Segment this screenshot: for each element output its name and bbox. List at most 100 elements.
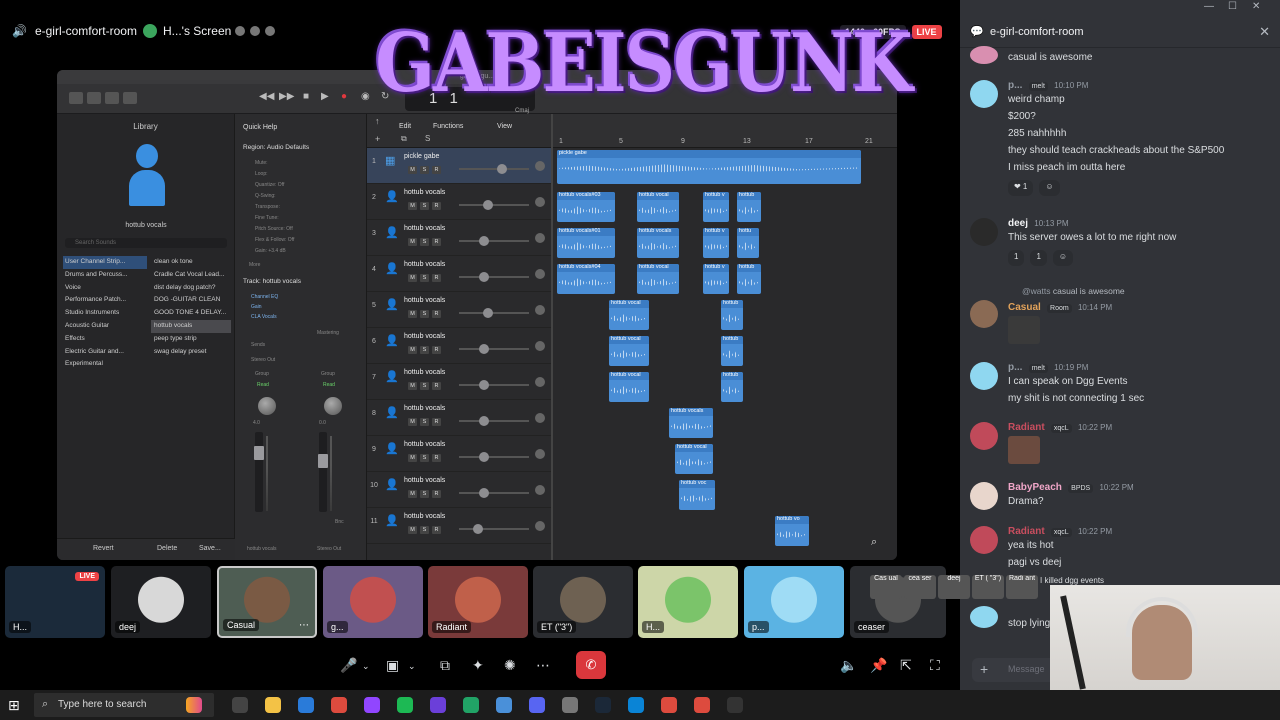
solo-button[interactable]: S [420,346,429,354]
audio-region[interactable]: hottub vocal [609,372,649,402]
pan-knob[interactable] [324,397,342,415]
popout-icon[interactable]: ⇱ [900,657,912,674]
track-row[interactable]: 10 👤 hottub vocals MSR [367,472,551,508]
participant-tile[interactable]: LIVE H... [5,566,105,638]
pan-knob[interactable] [535,161,545,171]
solo-button[interactable]: S [420,238,429,246]
user-avatar[interactable] [970,218,998,246]
mute-button[interactable]: M [408,238,417,246]
revert-button[interactable]: Revert [93,545,114,552]
audio-region[interactable]: hottub [721,300,743,330]
volume-slider[interactable] [459,240,529,242]
participant-tile[interactable]: H... [638,566,738,638]
chrome-icon[interactable] [661,697,677,713]
message-author[interactable]: p... [1008,80,1022,91]
volume-thumb[interactable] [483,200,493,210]
track-section-label[interactable]: Track: hottub vocals [243,278,301,285]
plugin-slot[interactable]: Channel EQ [251,294,278,300]
audio-region[interactable]: hottub v [703,228,729,258]
participant-tile[interactable]: g... [323,566,423,638]
mute-button[interactable]: M [408,274,417,282]
pan-knob[interactable] [535,377,545,387]
quick-help-label[interactable]: Quick Help [243,124,277,131]
add-reaction-icon[interactable]: ☺ [1039,180,1060,196]
user-avatar[interactable] [970,482,998,510]
solo-button[interactable]: S [420,166,429,174]
volume-slider[interactable] [459,348,529,350]
minimize-button[interactable]: — [1204,1,1214,12]
message-author[interactable]: Casual [1008,302,1041,313]
audio-region[interactable]: hottub [737,264,761,294]
voice-channel-title[interactable]: 🔊 e-girl-comfort-room [12,24,137,38]
user-avatar[interactable] [970,606,998,628]
message-author[interactable]: Radiant [1008,422,1045,433]
volume-slider[interactable] [459,492,529,494]
pan-knob[interactable] [535,413,545,423]
obs-icon[interactable] [430,697,446,713]
record-enable-button[interactable]: R [432,202,441,210]
message-author[interactable]: deej [1008,218,1028,229]
volume-thumb[interactable] [497,164,507,174]
user-avatar[interactable] [970,362,998,390]
spotify-icon[interactable] [397,697,413,713]
track-row[interactable]: 7 👤 hottub vocals MSR [367,364,551,400]
library-item[interactable]: DOG -GUITAR CLEAN [151,294,231,307]
screen-share-icon[interactable]: ⧉ [440,657,450,674]
volume-thumb[interactable] [479,488,489,498]
track-row[interactable]: 3 👤 hottub vocals MSR [367,220,551,256]
capture-record-icon[interactable]: ◉ [361,91,370,102]
solo-button[interactable]: S [420,526,429,534]
duplicate-track-icon[interactable]: ⧉ [401,134,407,144]
bounce-button[interactable]: Bnc [335,519,344,525]
track-row[interactable]: 2 👤 hottub vocals MSR [367,184,551,220]
pan-knob[interactable] [535,521,545,531]
volume-thumb[interactable] [479,380,489,390]
audio-region[interactable]: hottub vocals#04 [557,264,615,294]
volume-slider[interactable] [459,384,529,386]
twitch-icon[interactable] [364,697,380,713]
save-button[interactable]: Save... [199,545,221,552]
library-category[interactable]: Voice [63,282,147,295]
message-image[interactable] [1008,436,1040,464]
inspector-toggle-icon[interactable] [87,92,101,104]
message-author[interactable]: Radiant [1008,526,1045,537]
region-section-label[interactable]: Region: Audio Defaults [243,144,309,151]
edit-menu[interactable]: Edit [399,123,411,130]
audio-region[interactable]: hottub vocal [609,336,649,366]
chrome-icon[interactable] [331,697,347,713]
library-category[interactable]: Electric Guitar and... [63,346,147,359]
message-author[interactable]: p... [1008,362,1022,373]
sheets-icon[interactable] [463,697,479,713]
automation-mode[interactable]: Read [257,382,269,388]
solo-button[interactable]: S [420,382,429,390]
track-row[interactable]: 6 👤 hottub vocals MSR [367,328,551,364]
solo-button[interactable]: S [420,310,429,318]
pan-knob[interactable] [535,197,545,207]
volume-slider[interactable] [459,456,529,458]
mute-button[interactable]: M [408,310,417,318]
track-row[interactable]: 8 👤 hottub vocals MSR [367,400,551,436]
app-icon[interactable] [496,697,512,713]
library-item[interactable]: GOOD TONE 4 DELAY... [151,307,231,320]
track-row[interactable]: 9 👤 hottub vocals MSR [367,436,551,472]
pan-knob[interactable] [535,269,545,279]
participant-tile[interactable]: deej [111,566,211,638]
view-menu[interactable]: View [497,123,512,130]
close-window-button[interactable]: ✕ [1252,1,1260,12]
library-item[interactable]: swag delay preset [151,346,231,359]
group-slot[interactable]: Group [321,371,335,377]
volume-icon[interactable]: 🔈 [840,657,857,674]
solo-button[interactable]: S [420,202,429,210]
reaction-emoji[interactable]: 1 [1030,250,1047,266]
volume-slider[interactable] [459,168,529,170]
forward-icon[interactable]: ▶▶ [279,91,294,102]
audio-region[interactable]: hottub vo [775,516,809,546]
camera-off-icon[interactable]: ▣ [386,657,399,674]
volume-thumb[interactable] [479,416,489,426]
volume-thumb[interactable] [479,344,489,354]
library-category[interactable]: Performance Patch... [63,294,147,307]
record-enable-button[interactable]: R [432,490,441,498]
more-options-icon[interactable]: ⋯ [299,620,309,631]
fader-handle[interactable] [318,454,328,468]
audio-region[interactable]: hottu [737,228,759,258]
